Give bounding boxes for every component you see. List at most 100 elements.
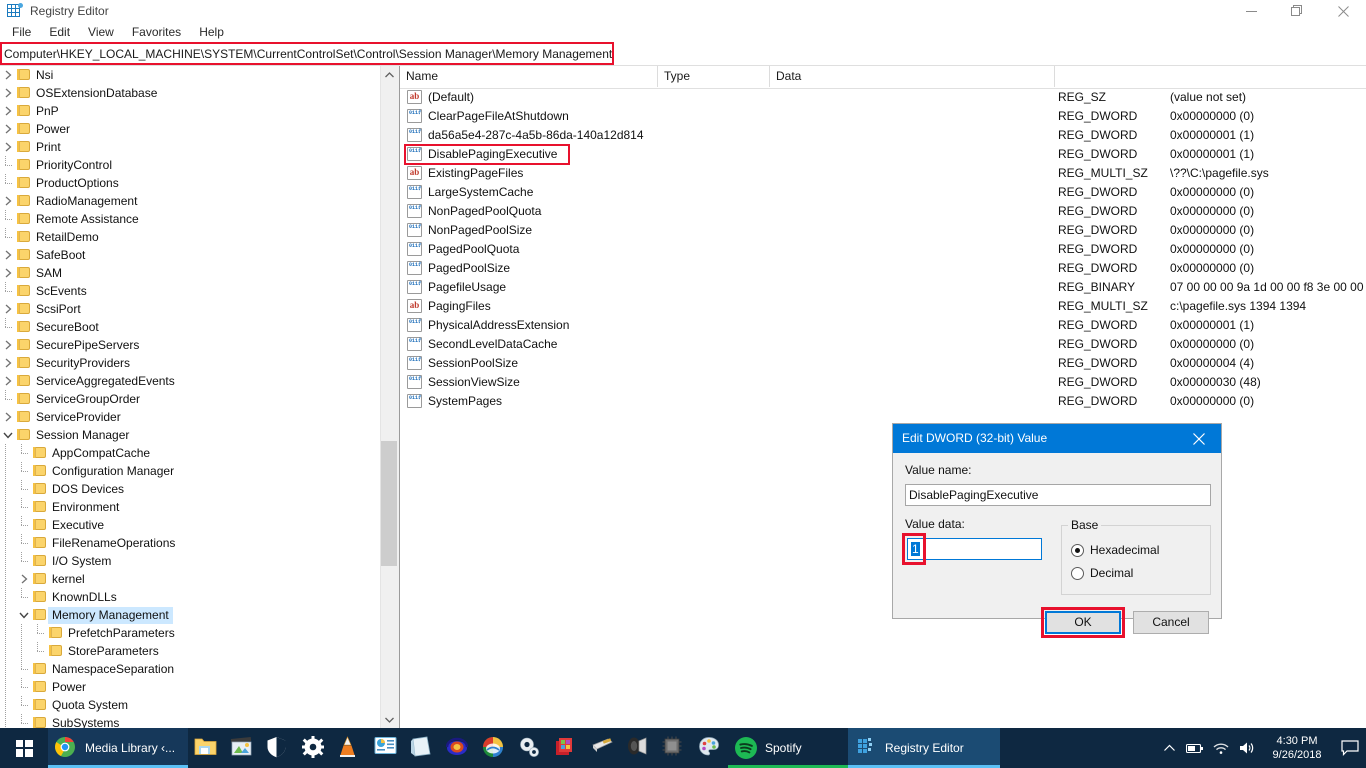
scrollbar-thumb[interactable] [381, 441, 398, 566]
menu-favorites[interactable]: Favorites [123, 22, 190, 43]
tree-item-power[interactable]: Power [0, 120, 380, 138]
tree-item-quota-system[interactable]: Quota System [0, 696, 380, 714]
chevron-right-icon[interactable] [0, 246, 16, 264]
tree-item-knowndlls[interactable]: KnownDLLs [0, 588, 380, 606]
tree-item-memory-management[interactable]: Memory Management [0, 606, 380, 624]
windows-start-icon[interactable] [0, 728, 48, 768]
table-row[interactable]: SessionViewSizeREG_DWORD0x00000030 (48) [400, 373, 1366, 392]
radio-decimal[interactable]: Decimal [1071, 566, 1133, 580]
table-row[interactable]: SecondLevelDataCacheREG_DWORD0x00000000 … [400, 335, 1366, 354]
chevron-down-icon[interactable] [16, 606, 32, 624]
tree-item-kernel[interactable]: kernel [0, 570, 380, 588]
table-row[interactable]: SystemPagesREG_DWORD0x00000000 (0) [400, 392, 1366, 411]
taskbar-item-internet-download-manager[interactable] [476, 728, 512, 768]
tree-item-print[interactable]: Print [0, 138, 380, 156]
taskbar-item-gears[interactable] [512, 728, 548, 768]
value-name-field[interactable]: DisablePagingExecutive [905, 484, 1211, 506]
chevron-up-icon[interactable] [1156, 728, 1182, 768]
tree-item-retaildemo[interactable]: RetailDemo [0, 228, 380, 246]
taskbar-item-vlc-cone[interactable] [332, 728, 368, 768]
taskbar-item-presentation[interactable] [368, 728, 404, 768]
chevron-right-icon[interactable] [0, 138, 16, 156]
tree-item-nsi[interactable]: Nsi [0, 66, 380, 84]
tree-item-namespaceseparation[interactable]: NamespaceSeparation [0, 660, 380, 678]
battery-icon[interactable] [1182, 728, 1208, 768]
tree-item-osextensiondatabase[interactable]: OSExtensionDatabase [0, 84, 380, 102]
table-row[interactable]: LargeSystemCacheREG_DWORD0x00000000 (0) [400, 183, 1366, 202]
taskbar-item-speaker[interactable] [620, 728, 656, 768]
chevron-right-icon[interactable] [0, 66, 16, 84]
table-row[interactable]: NonPagedPoolSizeREG_DWORD0x00000000 (0) [400, 221, 1366, 240]
ok-button[interactable]: OK [1045, 611, 1121, 634]
chevron-right-icon[interactable] [0, 84, 16, 102]
value-data-field[interactable]: 1 [907, 538, 1042, 560]
chevron-right-icon[interactable] [0, 192, 16, 210]
table-row[interactable]: ClearPageFileAtShutdownREG_DWORD0x000000… [400, 107, 1366, 126]
chevron-right-icon[interactable] [0, 264, 16, 282]
table-row[interactable]: PagedPoolQuotaREG_DWORD0x00000000 (0) [400, 240, 1366, 259]
close-button[interactable] [1320, 0, 1366, 22]
table-row[interactable]: PagingFilesREG_MULTI_SZc:\pagefile.sys 1… [400, 297, 1366, 316]
registry-values-list[interactable]: Name Type Data (Default)REG_SZ(value not… [400, 66, 1366, 728]
taskbar-item-chrome[interactable]: Media Library ‹... [48, 728, 188, 768]
taskbar-item-file-explorer[interactable] [188, 728, 224, 768]
table-row[interactable]: PagedPoolSizeREG_DWORD0x00000000 (0) [400, 259, 1366, 278]
minimize-button[interactable] [1228, 0, 1274, 22]
taskbar-item-scanner[interactable] [584, 728, 620, 768]
table-row[interactable]: PagefileUsageREG_BINARY07 00 00 00 9a 1d… [400, 278, 1366, 297]
menu-view[interactable]: View [79, 22, 123, 43]
chevron-right-icon[interactable] [0, 120, 16, 138]
radio-hexadecimal[interactable]: Hexadecimal [1071, 543, 1159, 557]
action-center-icon[interactable] [1334, 728, 1366, 768]
table-row[interactable]: DisablePagingExecutiveREG_DWORD0x0000000… [400, 145, 1366, 164]
tree-item-pnp[interactable]: PnP [0, 102, 380, 120]
tree-item-subsystems[interactable]: SubSystems [0, 714, 380, 728]
column-header-data[interactable]: Data [770, 66, 1055, 87]
column-header-name[interactable]: Name [400, 66, 658, 87]
taskbar-item-photo-editor[interactable] [224, 728, 260, 768]
registry-tree[interactable]: NsiOSExtensionDatabasePnPPowerPrintPrior… [0, 66, 380, 728]
table-row[interactable]: SessionPoolSizeREG_DWORD0x00000004 (4) [400, 354, 1366, 373]
tree-vertical-scrollbar[interactable] [380, 66, 398, 728]
table-row[interactable]: ExistingPageFilesREG_MULTI_SZ\??\C:\page… [400, 164, 1366, 183]
table-row[interactable]: NonPagedPoolQuotaREG_DWORD0x00000000 (0) [400, 202, 1366, 221]
tree-item-securityproviders[interactable]: SecurityProviders [0, 354, 380, 372]
taskbar-item-settings-gear[interactable] [296, 728, 332, 768]
tree-item-appcompatcache[interactable]: AppCompatCache [0, 444, 380, 462]
chevron-right-icon[interactable] [0, 300, 16, 318]
dialog-close-button[interactable] [1177, 424, 1221, 453]
cancel-button[interactable]: Cancel [1133, 611, 1209, 634]
tree-item-secureboot[interactable]: SecureBoot [0, 318, 380, 336]
tree-item-safeboot[interactable]: SafeBoot [0, 246, 380, 264]
tree-item-prefetchparameters[interactable]: PrefetchParameters [0, 624, 380, 642]
scroll-up-icon[interactable] [381, 66, 398, 83]
chevron-right-icon[interactable] [0, 354, 16, 372]
taskbar-item-windows-defender[interactable] [260, 728, 296, 768]
tree-item-securepipeservers[interactable]: SecurePipeServers [0, 336, 380, 354]
taskbar-item-registry[interactable]: Registry Editor [848, 728, 1000, 768]
tree-item-prioritycontrol[interactable]: PriorityControl [0, 156, 380, 174]
menu-file[interactable]: File [3, 22, 40, 43]
tree-item-productoptions[interactable]: ProductOptions [0, 174, 380, 192]
chevron-right-icon[interactable] [16, 570, 32, 588]
tree-item-sam[interactable]: SAM [0, 264, 380, 282]
column-header-type[interactable]: Type [658, 66, 770, 87]
chevron-right-icon[interactable] [0, 408, 16, 426]
tree-item-filerenameoperations[interactable]: FileRenameOperations [0, 534, 380, 552]
menu-help[interactable]: Help [190, 22, 233, 43]
taskbar-item-paint-palette[interactable] [692, 728, 728, 768]
tree-item-remote-assistance[interactable]: Remote Assistance [0, 210, 380, 228]
scroll-down-icon[interactable] [381, 711, 398, 728]
chevron-right-icon[interactable] [0, 336, 16, 354]
tree-item-session-manager[interactable]: Session Manager [0, 426, 380, 444]
tree-item-scsiport[interactable]: ScsiPort [0, 300, 380, 318]
tree-item-environment[interactable]: Environment [0, 498, 380, 516]
menu-edit[interactable]: Edit [40, 22, 79, 43]
table-row[interactable]: (Default)REG_SZ(value not set) [400, 88, 1366, 107]
chevron-down-icon[interactable] [0, 426, 16, 444]
tree-item-i-o-system[interactable]: I/O System [0, 552, 380, 570]
address-bar[interactable]: Computer\HKEY_LOCAL_MACHINE\SYSTEM\Curre… [0, 43, 1366, 66]
wifi-icon[interactable] [1208, 728, 1234, 768]
tree-item-configuration-manager[interactable]: Configuration Manager [0, 462, 380, 480]
tree-item-serviceprovider[interactable]: ServiceProvider [0, 408, 380, 426]
